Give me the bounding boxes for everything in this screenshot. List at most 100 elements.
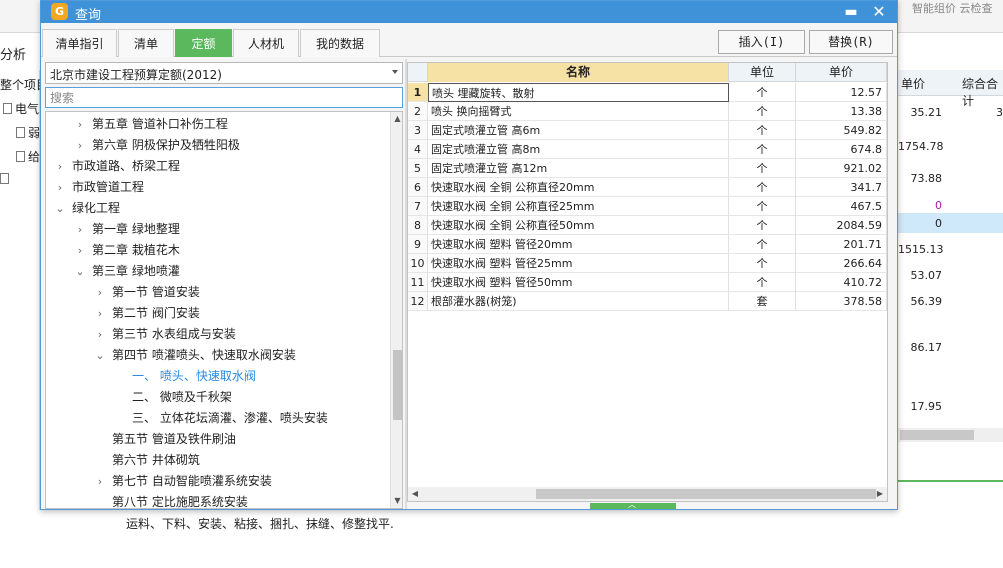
tree-vertical-scrollbar[interactable]: ▲ ▼ xyxy=(390,112,402,508)
quota-name-cell[interactable]: 快速取水阀 全铜 公称直径20mm xyxy=(428,178,729,197)
quota-library-select[interactable]: 北京市建设工程预算定额(2012) xyxy=(45,62,403,84)
quota-price-cell[interactable]: 201.71 xyxy=(796,235,887,254)
quota-price-cell[interactable]: 378.58 xyxy=(796,292,887,311)
quota-unit-cell[interactable]: 个 xyxy=(729,83,796,102)
insert-button[interactable]: 插入(I) xyxy=(718,30,805,54)
tree-item[interactable]: › 第二节 阀门安装 xyxy=(94,303,200,324)
tree-item[interactable]: › 第二章 栽植花木 xyxy=(74,240,180,261)
grid-header-price[interactable]: 单价 xyxy=(796,63,887,82)
table-row[interactable]: 5 固定式喷灌立管 高12m 个 921.02 xyxy=(408,159,887,178)
row-index[interactable]: 10 xyxy=(408,254,428,273)
tree-item[interactable]: › 第五章 管道补口补伤工程 xyxy=(74,114,228,135)
quota-unit-cell[interactable]: 个 xyxy=(729,178,796,197)
row-index[interactable]: 8 xyxy=(408,216,428,235)
chevron-right-icon[interactable]: › xyxy=(94,471,106,492)
tree-item[interactable]: ›第八节 定比施肥系统安装 xyxy=(94,492,248,508)
table-row[interactable]: 1 喷头 埋藏旋转、散射个 12.57 xyxy=(408,83,887,102)
tab-quota[interactable]: 定额 xyxy=(175,29,232,57)
grid-header-name[interactable]: 名称 xyxy=(428,63,729,82)
row-index[interactable]: 11 xyxy=(408,273,428,292)
table-row[interactable]: 7 快速取水阀 全铜 公称直径25mm 个 467.5 xyxy=(408,197,887,216)
grid-horizontal-scrollbar[interactable]: ◀ ▶ xyxy=(408,487,887,501)
chevron-right-icon[interactable]: › xyxy=(94,303,106,324)
minimize-button[interactable]: ▬ xyxy=(837,1,865,23)
quota-name-cell[interactable]: 喷头 埋藏旋转、散射 xyxy=(428,83,729,102)
chevron-right-icon[interactable]: › xyxy=(74,114,86,135)
background-horizontal-scrollbar[interactable] xyxy=(898,428,1003,442)
quota-name-cell[interactable]: 快速取水阀 全铜 公称直径50mm xyxy=(428,216,729,235)
quota-name-cell[interactable]: 快速取水阀 全铜 公称直径25mm xyxy=(428,197,729,216)
search-input[interactable] xyxy=(45,87,403,108)
row-index[interactable]: 7 xyxy=(408,197,428,216)
tree-item[interactable]: ›二、 微喷及千秋架 xyxy=(114,387,232,408)
quota-price-cell[interactable]: 12.57 xyxy=(796,83,887,102)
quota-price-cell[interactable]: 410.72 xyxy=(796,273,887,292)
quota-name-cell[interactable]: 喷头 换向摇臂式 xyxy=(428,102,729,121)
chevron-down-icon[interactable]: ⌄ xyxy=(74,261,86,282)
tree-item[interactable]: › 第六章 阴极保护及牺牲阳极 xyxy=(74,135,240,156)
chevron-right-icon[interactable]: › xyxy=(74,135,86,156)
table-row[interactable]: 8 快速取水阀 全铜 公称直径50mm 个 2084.59 xyxy=(408,216,887,235)
chevron-down-icon[interactable]: ⌄ xyxy=(54,198,66,219)
row-index[interactable]: 2 xyxy=(408,102,428,121)
tree-item[interactable]: › 市政道路、桥梁工程 xyxy=(54,156,180,177)
collapse-grip[interactable]: ︿ xyxy=(590,500,676,509)
background-tree-item[interactable]: 给 xyxy=(16,148,40,165)
scrollbar-thumb[interactable] xyxy=(900,430,974,440)
quota-unit-cell[interactable]: 个 xyxy=(729,159,796,178)
quota-price-cell[interactable]: 13.38 xyxy=(796,102,887,121)
quota-unit-cell[interactable]: 个 xyxy=(729,235,796,254)
tab-labor-material-machine[interactable]: 人材机 xyxy=(233,29,299,57)
tree-item[interactable]: ›第六节 井体砌筑 xyxy=(94,450,200,471)
table-row[interactable]: 2 喷头 换向摇臂式个 13.38 xyxy=(408,102,887,121)
tree-item[interactable]: › 市政管道工程 xyxy=(54,177,144,198)
scroll-left-icon[interactable]: ◀ xyxy=(408,487,422,501)
chevron-right-icon[interactable]: › xyxy=(94,324,106,345)
tree-item[interactable]: ›一、 喷头、快速取水阀 xyxy=(114,366,256,387)
chevron-right-icon[interactable]: › xyxy=(54,177,66,198)
scroll-right-icon[interactable]: ▶ xyxy=(873,487,887,501)
row-index[interactable]: 4 xyxy=(408,140,428,159)
quota-unit-cell[interactable]: 个 xyxy=(729,197,796,216)
tab-bill-list[interactable]: 清单 xyxy=(118,29,174,57)
quota-unit-cell[interactable]: 个 xyxy=(729,140,796,159)
tree-item[interactable]: ›三、 立体花坛滴灌、渗灌、喷头安装 xyxy=(114,408,328,429)
tree-item[interactable]: ⌄ 绿化工程 xyxy=(54,198,120,219)
row-index[interactable]: 9 xyxy=(408,235,428,254)
quota-price-cell[interactable]: 921.02 xyxy=(796,159,887,178)
chevron-down-icon[interactable]: ⌄ xyxy=(94,345,106,366)
quota-price-cell[interactable]: 549.82 xyxy=(796,121,887,140)
quota-price-cell[interactable]: 341.7 xyxy=(796,178,887,197)
tree-item[interactable]: › 第一章 绿地整理 xyxy=(74,219,180,240)
quota-unit-cell[interactable]: 个 xyxy=(729,216,796,235)
quota-name-cell[interactable]: 根部灌水器(树笼) xyxy=(428,292,729,311)
background-tree-item[interactable] xyxy=(0,172,12,186)
row-index[interactable]: 3 xyxy=(408,121,428,140)
grid-header-unit[interactable]: 单位 xyxy=(729,63,796,82)
row-index[interactable]: 12 xyxy=(408,292,428,311)
quota-name-cell[interactable]: 固定式喷灌立管 高12m xyxy=(428,159,729,178)
scrollbar-thumb[interactable] xyxy=(536,489,876,499)
tree-item[interactable]: › 第一节 管道安装 xyxy=(94,282,200,303)
chevron-right-icon[interactable]: › xyxy=(94,282,106,303)
quota-name-cell[interactable]: 快速取水阀 塑料 管径20mm xyxy=(428,235,729,254)
quota-price-cell[interactable]: 674.8 xyxy=(796,140,887,159)
tree-item[interactable]: ⌄ 第四节 喷灌喷头、快速取水阀安装 xyxy=(94,345,295,366)
tree-item[interactable]: › 第七节 自动智能喷灌系统安装 xyxy=(94,471,272,492)
tab-list-guide[interactable]: 清单指引 xyxy=(42,29,117,57)
row-index[interactable]: 5 xyxy=(408,159,428,178)
tree-item[interactable]: ›第五节 管道及铁件刷油 xyxy=(94,429,236,450)
quota-unit-cell[interactable]: 个 xyxy=(729,273,796,292)
tab-my-data[interactable]: 我的数据 xyxy=(300,29,380,57)
quota-unit-cell[interactable]: 个 xyxy=(729,121,796,140)
quota-price-cell[interactable]: 2084.59 xyxy=(796,216,887,235)
row-index[interactable]: 6 xyxy=(408,178,428,197)
replace-button[interactable]: 替换(R) xyxy=(809,30,893,54)
quota-price-cell[interactable]: 467.5 xyxy=(796,197,887,216)
quota-name-cell[interactable]: 固定式喷灌立管 高6m xyxy=(428,121,729,140)
dialog-title-bar[interactable]: G 查询 ▬ ✕ xyxy=(41,1,897,23)
table-row[interactable]: 11 快速取水阀 塑料 管径50mm 个 410.72 xyxy=(408,273,887,292)
background-tree-item[interactable]: 电气 xyxy=(3,100,39,117)
scroll-up-icon[interactable]: ▲ xyxy=(391,112,402,126)
quota-price-cell[interactable]: 266.64 xyxy=(796,254,887,273)
